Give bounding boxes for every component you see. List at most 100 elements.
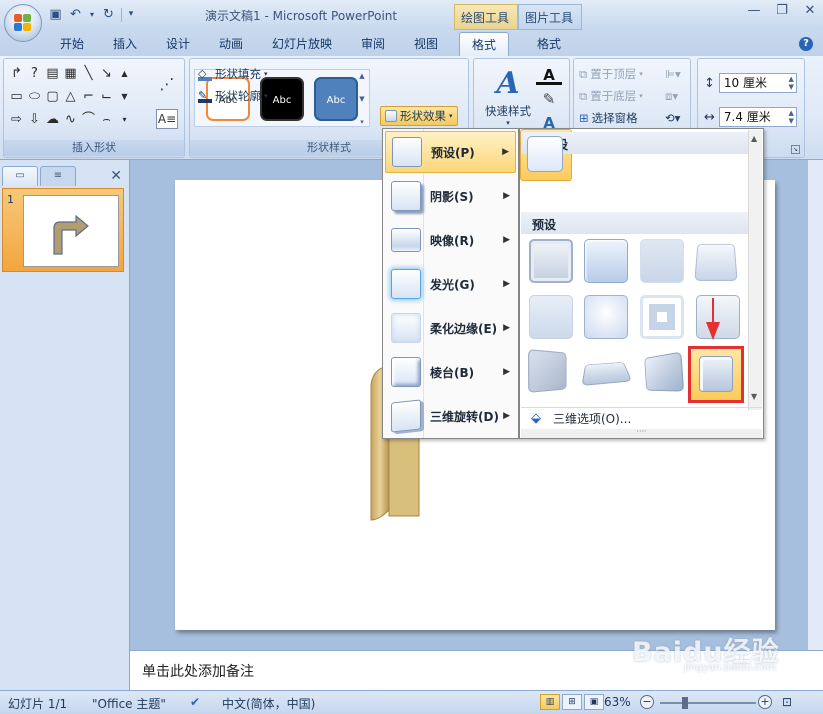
menu-item-soft-edges[interactable]: 柔化边缘(E) ▶ [385, 307, 516, 349]
submenu-resize-grip-icon[interactable]: ···· [521, 428, 762, 438]
customize-qat-icon[interactable]: ▾ [127, 7, 135, 22]
preset-submenu-scrollbar[interactable]: ▲ ▼ [748, 130, 762, 410]
zoom-out-icon[interactable]: − [640, 695, 654, 709]
zoom-slider[interactable] [660, 697, 756, 709]
preset-3[interactable] [640, 239, 684, 283]
tab-view[interactable]: 视图 [414, 35, 438, 52]
gallery-more-icon[interactable]: ▾ [116, 109, 133, 131]
scroll-down-icon[interactable]: ▼ [751, 392, 757, 401]
menu-item-reflection[interactable]: 映像(R) ▶ [385, 219, 516, 261]
gallery-scroll-down-icon[interactable]: ▼ [116, 86, 133, 108]
slide-thumbnail-selected[interactable]: 1 [2, 188, 124, 272]
menu-item-glow[interactable]: 发光(G) ▶ [385, 263, 516, 305]
height-spinner-icon[interactable]: ▲ ▼ [789, 75, 794, 91]
style-swatch-blue[interactable]: Abc [314, 77, 358, 121]
status-language[interactable]: 中文(简体，中国) [222, 695, 315, 712]
size-dialog-launcher-icon[interactable]: ↘ [791, 145, 800, 154]
edit-shape-icon[interactable]: ⋰ [156, 75, 178, 97]
redo-icon[interactable]: ↻ [101, 7, 116, 22]
zoom-level[interactable]: 63% [604, 695, 631, 709]
tab-animations[interactable]: 动画 [219, 35, 243, 52]
text-fill-icon[interactable]: A [536, 65, 562, 85]
spelling-check-icon[interactable]: ✔ [190, 695, 200, 709]
tab-insert[interactable]: 插入 [113, 35, 137, 52]
minimize-icon[interactable]: — [747, 4, 761, 18]
pane-close-icon[interactable]: ✕ [110, 168, 122, 184]
styles-gallery-scroll[interactable]: ▲ ▼ ▾ [357, 72, 367, 126]
menu-item-3d-rotation[interactable]: 三维旋转(D) ▶ [385, 395, 516, 437]
preset-12-highlighted[interactable] [688, 346, 744, 403]
office-button[interactable] [4, 4, 42, 42]
slide-thumbnail[interactable] [23, 195, 119, 267]
rounded-rect-shape-icon[interactable]: ▢ [44, 86, 61, 108]
notes-pane[interactable]: 单击此处添加备注 [130, 650, 823, 690]
slideshow-view-icon[interactable]: ▣ [584, 694, 604, 710]
menu-item-preset[interactable]: 预设(P) ▶ [385, 131, 516, 173]
menu-item-bevel[interactable]: 棱台(B) ▶ [385, 351, 516, 393]
tab-picture-format[interactable]: 格式 [537, 35, 561, 52]
height-input[interactable]: 10 厘米 ▲ ▼ [718, 73, 797, 93]
selection-pane-button[interactable]: ⊞ 选择窗格 [579, 108, 638, 128]
help-icon[interactable]: ? [799, 37, 813, 51]
right-arrow-shape-icon[interactable]: ⇨ [8, 109, 25, 131]
text-box-icon[interactable]: A≡ [156, 109, 178, 129]
triangle-shape-icon[interactable]: △ [62, 86, 79, 108]
shape-outline-button[interactable]: ✎ 形状轮廓 ▾ [194, 86, 272, 106]
shape-fill-button[interactable]: ◇ 形状填充 ▾ [194, 64, 272, 84]
elbow-connector-shape-icon[interactable]: ⌐ [80, 86, 97, 108]
slide-vertical-scrollbar[interactable] [807, 160, 823, 650]
preset-10[interactable] [581, 361, 633, 386]
callout-shape-icon[interactable]: ? [26, 63, 43, 85]
slides-tab-icon[interactable]: ▭ [2, 166, 38, 186]
restore-icon[interactable]: ❐ [775, 4, 789, 18]
group-icon[interactable]: ⧈▾ [665, 86, 678, 106]
preset-2[interactable] [584, 239, 628, 283]
bring-to-front-button[interactable]: ⧉ 置于顶层 ▾ [579, 64, 643, 84]
tab-home[interactable]: 开始 [60, 35, 84, 52]
scroll-up-icon[interactable]: ▲ [751, 134, 757, 143]
undo-dropdown-icon[interactable]: ▾ [88, 7, 96, 22]
slide-sorter-view-icon[interactable]: ⊞ [562, 694, 582, 710]
freeform-shape-icon[interactable]: ∿ [62, 109, 79, 131]
preset-5[interactable] [529, 295, 573, 339]
rotate-icon[interactable]: ⟲▾ [665, 108, 680, 128]
preset-4[interactable] [694, 243, 738, 281]
tab-review[interactable]: 审阅 [361, 35, 385, 52]
line-shape-icon[interactable]: ╲ [80, 63, 97, 85]
3d-options-item[interactable]: ⬙ 三维选项(O)... [521, 407, 762, 429]
close-icon[interactable]: ✕ [803, 4, 817, 18]
undo-icon[interactable]: ↶ [68, 7, 83, 22]
send-to-back-button[interactable]: ⧉ 置于底层 ▾ [579, 86, 643, 106]
rectangle-shape-icon[interactable]: ▭ [8, 86, 25, 108]
table-shape-icon[interactable]: ▦ [62, 63, 79, 85]
tab-drawing-format[interactable]: 格式 [459, 32, 510, 57]
fit-to-window-icon[interactable]: ⊡ [782, 695, 792, 709]
image-shape-icon[interactable]: ▤ [44, 63, 61, 85]
line-arrow-shape-icon[interactable]: ↘ [98, 63, 115, 85]
zoom-in-icon[interactable]: + [758, 695, 772, 709]
shape-effects-button[interactable]: 形状效果 ▾ [380, 106, 458, 126]
quick-styles-button[interactable]: A 快速样式 ▾ [482, 65, 534, 127]
tab-slideshow[interactable]: 幻灯片放映 [272, 35, 332, 52]
down-arrow-shape-icon[interactable]: ⇩ [26, 109, 43, 131]
tab-design[interactable]: 设计 [166, 35, 190, 52]
gallery-scroll-up-icon[interactable]: ▲ [116, 63, 133, 85]
menu-item-shadow[interactable]: 阴影(S) ▶ [385, 175, 516, 217]
curve-shape-icon[interactable]: ⌢ [98, 109, 115, 131]
cloud-shape-icon[interactable]: ☁ [44, 109, 61, 131]
preset-7[interactable] [640, 295, 684, 339]
normal-view-icon[interactable]: ▥ [540, 694, 560, 710]
zoom-slider-thumb[interactable] [682, 697, 688, 709]
outline-tab-icon[interactable]: ≡ [40, 166, 76, 186]
align-icon[interactable]: ⊫▾ [665, 64, 681, 84]
width-input[interactable]: 7.4 厘米 ▲ ▼ [718, 107, 797, 127]
preset-6[interactable] [584, 295, 628, 339]
width-spinner-icon[interactable]: ▲ ▼ [789, 109, 794, 125]
arc-shape-icon[interactable]: ⌒ [80, 109, 97, 131]
elbow-arrow-shape-icon[interactable]: ↱ [8, 63, 25, 85]
oval-shape-icon[interactable]: ⬭ [26, 86, 43, 108]
text-outline-icon[interactable]: ✎ [536, 89, 562, 109]
preset-9[interactable] [528, 349, 567, 393]
preset-11[interactable] [644, 351, 685, 392]
elbow-connector2-shape-icon[interactable]: ⌙ [98, 86, 115, 108]
